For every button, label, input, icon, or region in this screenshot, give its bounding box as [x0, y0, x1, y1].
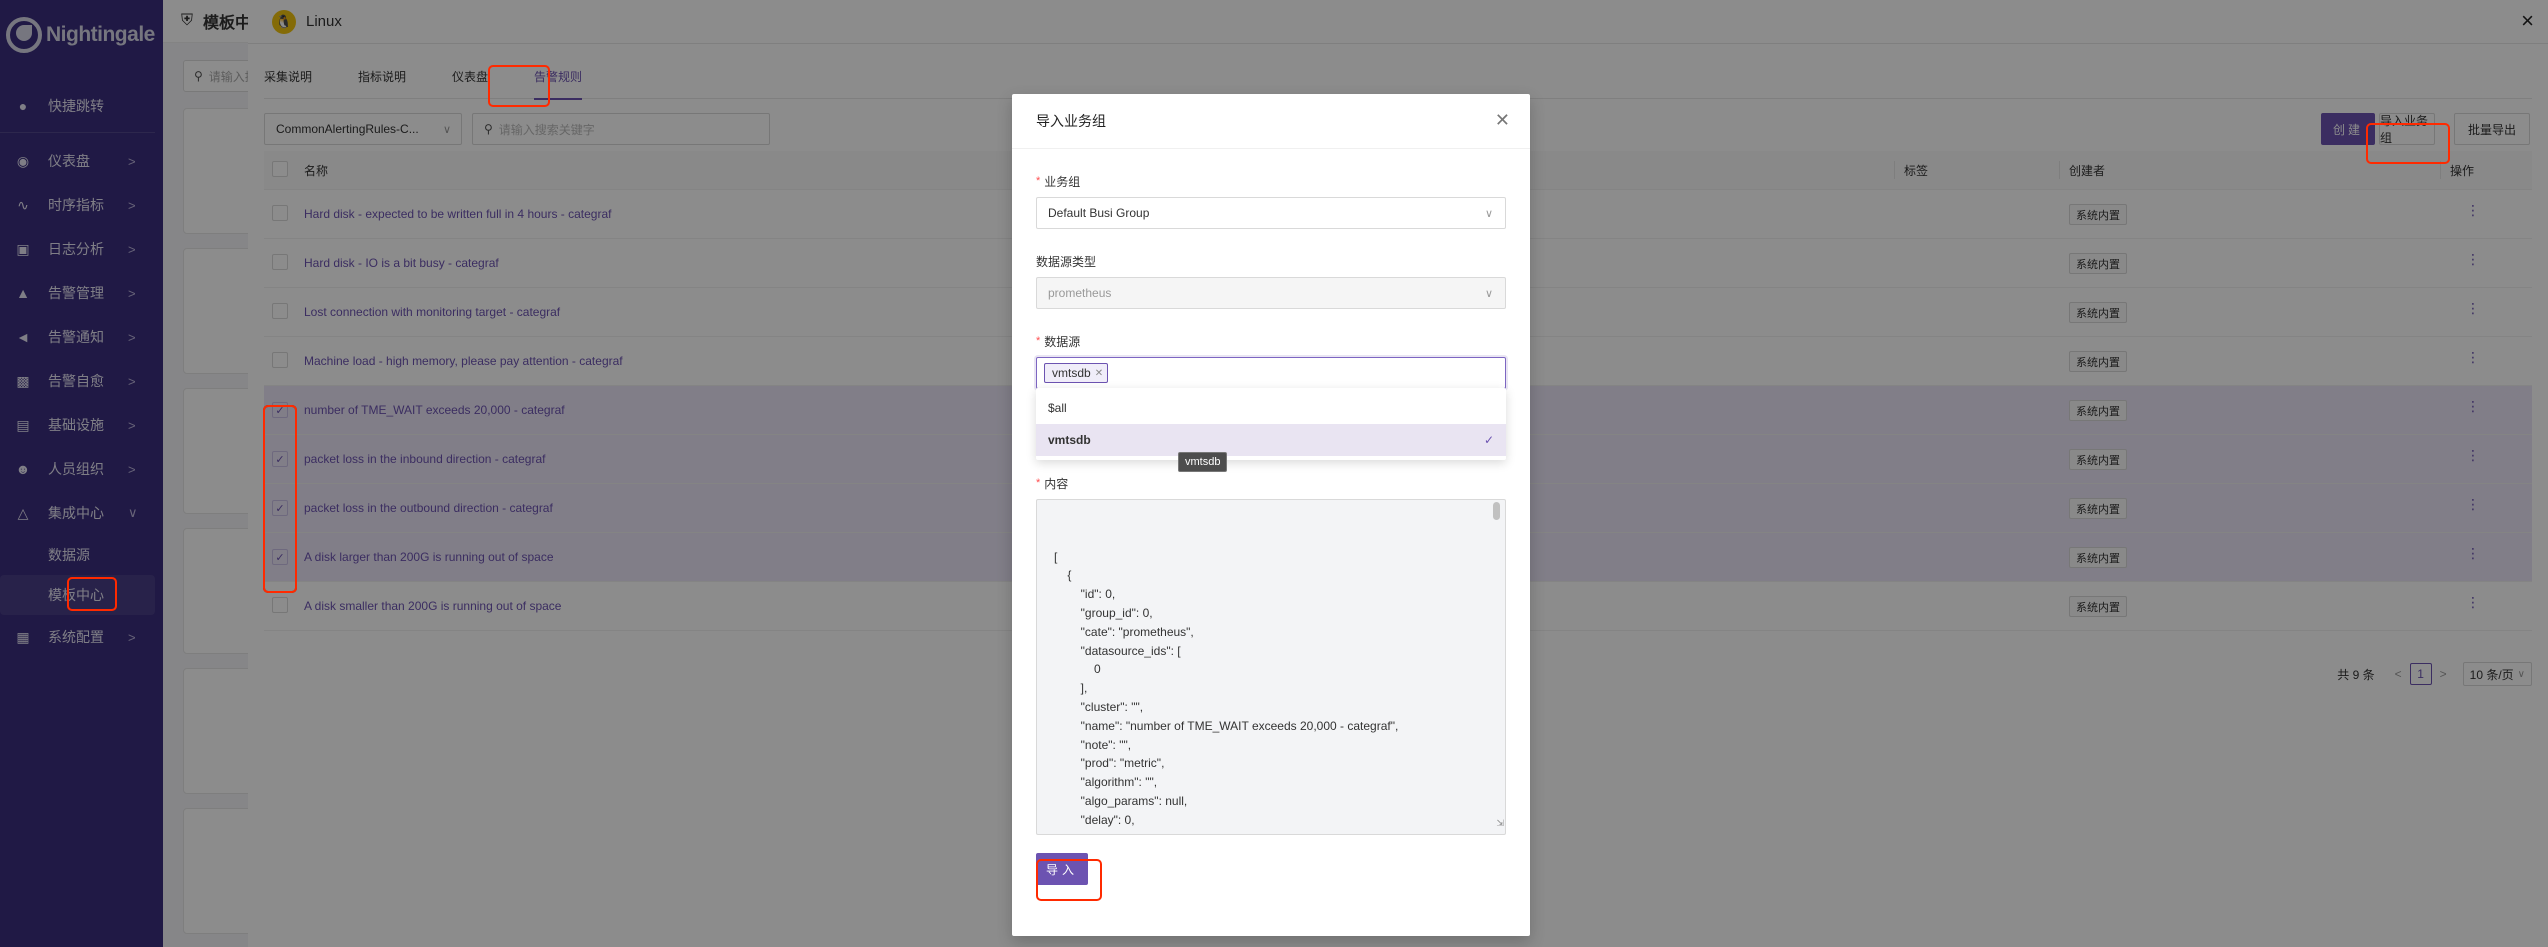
code-line: "group_id": 0, [1054, 605, 1153, 620]
code-line: "algorithm": "", [1054, 775, 1158, 790]
chevron-down-icon: ∨ [1484, 207, 1493, 220]
content-textarea[interactable]: [ { "id": 0, "group_id": 0, "cate": "pro… [1036, 499, 1506, 835]
label-text: 内容 [1044, 476, 1069, 491]
close-icon[interactable]: ✕ [1495, 110, 1510, 131]
code-line: "datasource_ids": [ [1054, 643, 1181, 658]
label-text: 数据源 [1044, 334, 1081, 349]
remove-tag-icon[interactable]: ✕ [1095, 368, 1103, 379]
label-text: 数据源类型 [1036, 254, 1097, 269]
code-line: "prod": "metric", [1054, 756, 1165, 771]
chevron-down-icon: ∨ [1484, 287, 1493, 300]
code-line: { [1054, 568, 1072, 583]
code-line: "name": "number of TME_WAIT exceeds 20,0… [1054, 718, 1399, 733]
selected-tag: vmtsdb ✕ [1044, 363, 1109, 383]
option-label: vmtsdb [1048, 433, 1091, 447]
required-marker: * [1036, 335, 1041, 347]
option-label: $all [1048, 401, 1067, 415]
tooltip: vmtsdb [1178, 452, 1228, 472]
resize-handle-icon[interactable]: ⇲ [1496, 814, 1504, 833]
code-line: 0 [1054, 662, 1101, 677]
modal-body: * 业务组 Default Busi Group ∨ 数据源类型 prometh… [1012, 173, 1530, 885]
code-line: "id": 0, [1054, 587, 1116, 602]
page: Nightingale ● 快捷跳转 ◉ 仪表盘 > ∿ 时序指标 > ▣ 日志… [0, 0, 2548, 947]
dropdown-option-vmtsdb[interactable]: vmtsdb ✓ [1036, 424, 1506, 456]
field-label-datasource: * 数据源 [1036, 333, 1506, 349]
required-marker: * [1036, 175, 1041, 187]
modal-title: 导入业务组 [1036, 113, 1106, 129]
code-line: ], [1054, 681, 1088, 696]
field-label-content: * 内容 [1036, 475, 1506, 491]
code-line: "delay": 0, [1054, 812, 1135, 827]
code-line: [ [1054, 549, 1058, 564]
label-text: 业务组 [1044, 174, 1081, 189]
busi-group-value: Default Busi Group [1048, 206, 1150, 220]
field-label-ds-type: 数据源类型 [1036, 253, 1506, 269]
content-text: [ { "id": 0, "group_id": 0, "cate": "pro… [1054, 548, 1505, 834]
import-submit-button[interactable]: 导入 [1036, 853, 1088, 885]
datasource-multiselect[interactable]: vmtsdb ✕ [1036, 357, 1506, 389]
check-icon: ✓ [1483, 433, 1494, 447]
datasource-type-select: prometheus ∨ [1036, 277, 1506, 309]
scrollbar[interactable] [1493, 502, 1500, 520]
modal-header: 导入业务组 [1012, 94, 1530, 149]
datasource-type-value: prometheus [1048, 286, 1112, 300]
code-line: "algo_params": null, [1054, 793, 1188, 808]
required-marker: * [1036, 477, 1041, 489]
code-line: "cate": "prometheus", [1054, 624, 1194, 639]
import-busi-group-modal: 导入业务组 ✕ * 业务组 Default Busi Group ∨ 数据源类型… [1012, 94, 1530, 936]
code-line: "note": "", [1054, 737, 1132, 752]
code-line: "cluster": "", [1054, 699, 1144, 714]
field-label-busi-group: * 业务组 [1036, 173, 1506, 189]
busi-group-select[interactable]: Default Busi Group ∨ [1036, 197, 1506, 229]
tag-label: vmtsdb [1052, 366, 1091, 380]
datasource-dropdown: $all vmtsdb ✓ [1036, 388, 1506, 460]
dropdown-option-all[interactable]: $all [1036, 392, 1506, 424]
code-line: "severity": 2, [1054, 830, 1505, 834]
